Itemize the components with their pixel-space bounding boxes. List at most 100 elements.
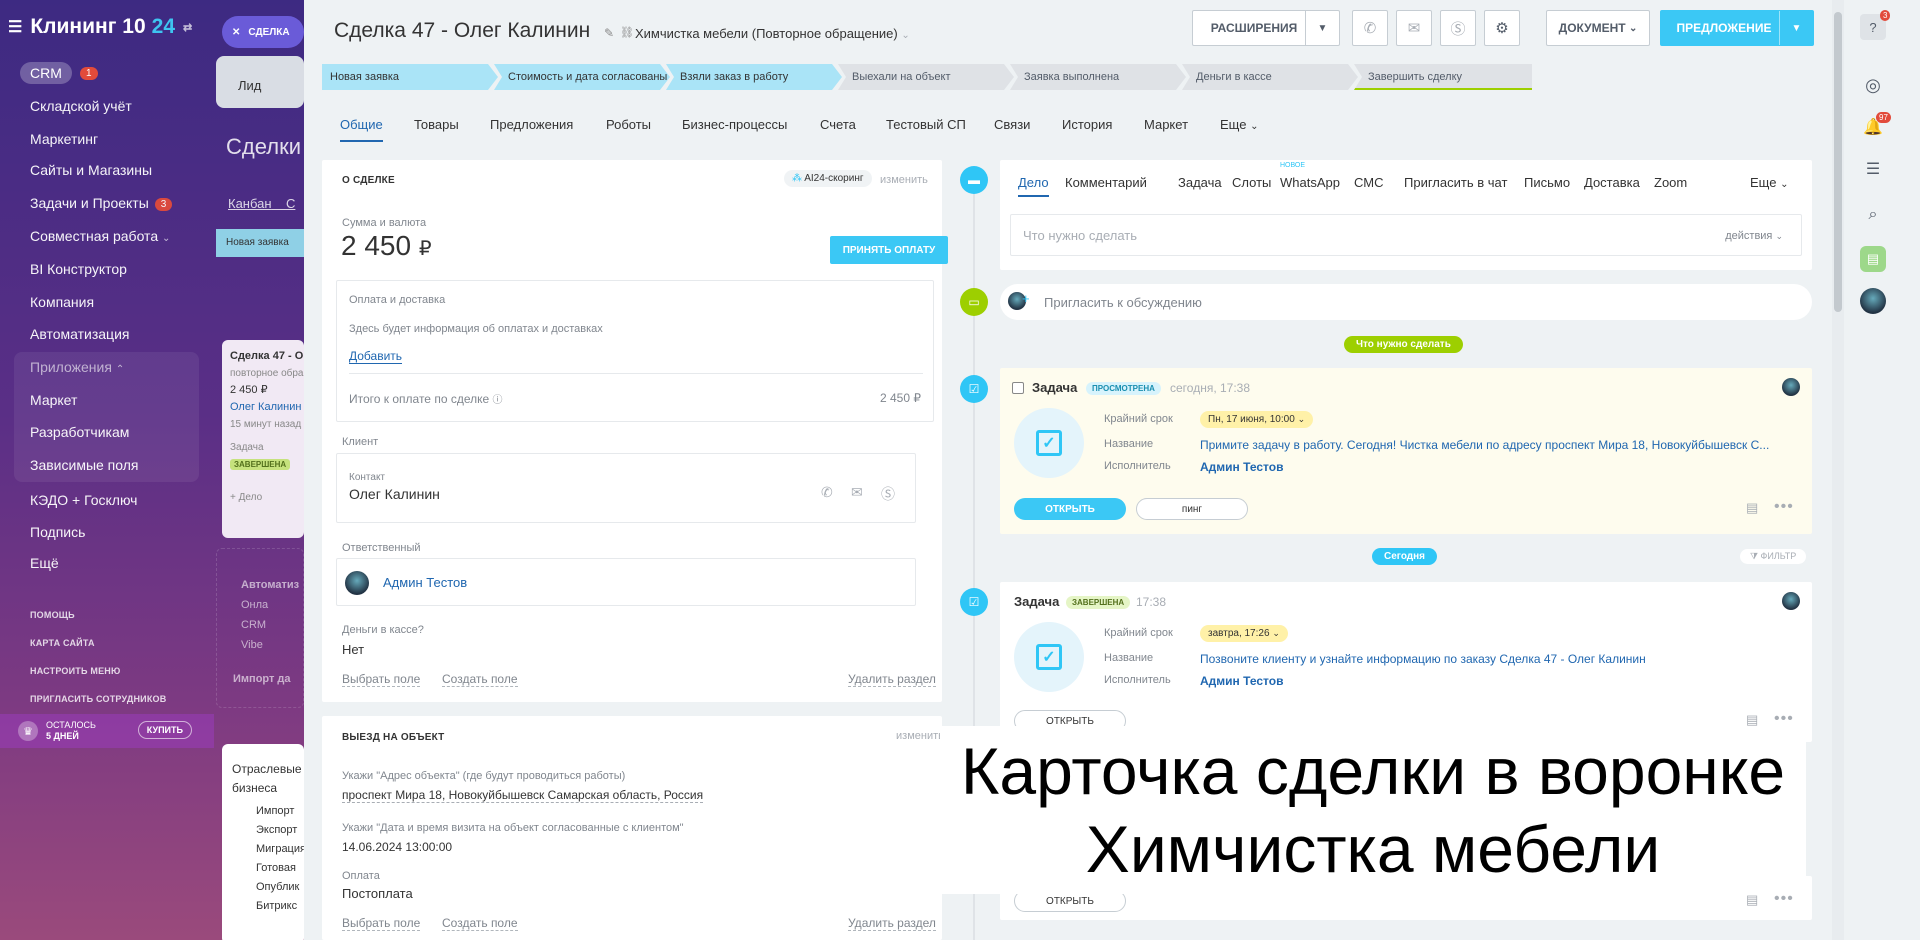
sidebar-item-apps[interactable]: Приложения ⌃ (30, 359, 124, 375)
delete-section-link[interactable]: Удалить раздел (848, 916, 936, 931)
card-add-activity[interactable]: + Дело (230, 489, 296, 506)
filter-button[interactable]: ⧩ ФИЛЬТР (1740, 549, 1807, 564)
tab-market[interactable]: Маркет (1144, 117, 1188, 132)
contact-name[interactable]: Олег Калинин (349, 486, 440, 502)
activity-tab-comment[interactable]: Комментарий (1065, 175, 1147, 190)
sidebar-item-sites[interactable]: Сайты и Магазины (30, 162, 152, 178)
tab-kanban[interactable]: Канбан (228, 196, 272, 211)
proposal-button[interactable]: ПРЕДЛОЖЕНИЕ ▼ (1660, 10, 1814, 46)
sidebar-item-tasks[interactable]: Задачи и Проекты 3 (30, 195, 173, 211)
auto-item[interactable]: Vibe (241, 635, 303, 655)
invite-employees-link[interactable]: ПРИГЛАСИТЬ СОТРУДНИКОВ (30, 694, 166, 704)
phone-icon[interactable]: ✆ (1352, 10, 1388, 46)
document-button[interactable]: ДОКУМЕНТ ⌄ (1546, 10, 1650, 46)
tab-bp[interactable]: Бизнес-процессы (682, 117, 787, 132)
chat-icon[interactable]: Ⓢ (881, 484, 895, 504)
create-field-link[interactable]: Создать поле (442, 916, 518, 931)
skype-icon[interactable]: Ⓢ (1440, 10, 1476, 46)
phone-icon[interactable]: ✆ (821, 484, 833, 501)
industry-item[interactable]: Готовая (232, 859, 304, 878)
sidebar-item-automation[interactable]: Автоматизация (30, 326, 129, 342)
stage-completed[interactable]: Заявка выполнена (1010, 64, 1186, 90)
kanban-view-tabs[interactable]: Канбан С (228, 196, 295, 211)
sidebar-item-developers[interactable]: Разработчикам (30, 424, 129, 440)
activity-tab-more[interactable]: Еще ⌄ (1750, 175, 1788, 190)
sidebar-item-market[interactable]: Маркет (30, 392, 77, 408)
auto-item[interactable]: Онла (241, 595, 303, 615)
deadline-dropdown[interactable]: завтра, 17:26 ⌄ (1200, 624, 1288, 642)
ai-scoring-badge[interactable]: ⁂ AI24-скоринг (784, 170, 872, 187)
portal-logo[interactable]: ☰ Клининг 10 24 ⇄ (8, 15, 192, 39)
link-icon[interactable]: ⛓ (620, 26, 634, 39)
sidebar-item-sign[interactable]: Подпись (30, 524, 85, 540)
note-icon[interactable]: ▤ (1746, 500, 1758, 516)
select-field-link[interactable]: Выбрать поле (342, 916, 421, 931)
configure-menu-link[interactable]: НАСТРОИТЬ МЕНЮ (30, 666, 120, 676)
actions-dropdown[interactable]: действия ⌄ (1725, 230, 1783, 242)
auto-item[interactable]: CRM (241, 615, 303, 635)
search-icon[interactable]: ⌕ (1860, 202, 1886, 228)
stage-new[interactable]: Новая заявка (322, 64, 498, 90)
activity-tab-whatsapp[interactable]: WhatsApp (1280, 175, 1340, 190)
edit-link[interactable]: изменить (896, 730, 944, 742)
open-task-button[interactable]: ОТКРЫТЬ (1014, 498, 1126, 520)
stage-in-work[interactable]: Взяли заказ в работу (666, 64, 842, 90)
lead-tab[interactable]: Лид (216, 56, 304, 108)
sidebar-item-kedo[interactable]: КЭДО + Госключ (30, 492, 137, 508)
activity-tab-delivery[interactable]: Доставка (1584, 175, 1640, 190)
executor-link[interactable]: Админ Тестов (1200, 674, 1283, 688)
payment-type-value[interactable]: Постоплата (342, 886, 413, 901)
copilot-icon[interactable]: ◎ (1860, 72, 1886, 98)
tab-invoices[interactable]: Счета (820, 117, 856, 132)
add-payment-link[interactable]: Добавить (349, 349, 403, 364)
sidebar-item-dependent-fields[interactable]: Зависимые поля (30, 457, 139, 473)
executor-link[interactable]: Админ Тестов (1200, 460, 1283, 474)
industry-item[interactable]: Миграция (232, 840, 304, 859)
activity-tab-sms[interactable]: СМС (1354, 175, 1383, 190)
tab-test-sp[interactable]: Тестовый СП (886, 117, 966, 132)
more-icon[interactable]: ••• (1774, 498, 1794, 516)
tab-proposals[interactable]: Предложения (490, 117, 573, 132)
edit-link[interactable]: изменить (880, 174, 928, 186)
sidebar-item-more[interactable]: Ещё (30, 555, 59, 571)
activity-tab-invite-chat[interactable]: Пригласить в чат (1404, 175, 1507, 190)
sitemap-link[interactable]: КАРТА САЙТА (30, 638, 95, 648)
note-icon[interactable]: ▤ (1746, 892, 1758, 908)
messenger-icon[interactable]: ☰ (1860, 156, 1886, 182)
buy-button[interactable]: КУПИТЬ (137, 721, 192, 739)
sidebar-item-warehouse[interactable]: Складской учёт (30, 98, 132, 114)
activity-tab-mail[interactable]: Письмо (1524, 175, 1570, 190)
close-slider-button[interactable]: ✕ СДЕЛКА (222, 16, 304, 48)
notes-icon[interactable]: ▤ (1860, 246, 1886, 272)
stage-price-agreed[interactable]: Стоимость и дата согласованы (494, 64, 670, 90)
task-name-link[interactable]: Позвоните клиенту и узнайте информацию п… (1200, 652, 1646, 666)
card-client[interactable]: Олег Калинин (230, 399, 301, 416)
tab-products[interactable]: Товары (414, 117, 459, 132)
tab-links[interactable]: Связи (994, 117, 1030, 132)
tab-robots[interactable]: Роботы (606, 117, 651, 132)
kanban-deal-card[interactable]: Сделка 47 - О повторное обра 2 450 ₽ Оле… (222, 340, 304, 538)
tab-more[interactable]: Еще ⌄ (1220, 117, 1258, 132)
activity-tab-task[interactable]: Задача (1178, 175, 1222, 190)
extensions-button[interactable]: РАСШИРЕНИЯ ▼ (1192, 10, 1340, 46)
sidebar-item-marketing[interactable]: Маркетинг (30, 131, 98, 147)
tab-list[interactable]: С (286, 196, 295, 211)
sidebar-item-company[interactable]: Компания (30, 294, 94, 310)
tab-general[interactable]: Общие (340, 117, 383, 142)
select-field-link[interactable]: Выбрать поле (342, 672, 421, 687)
avatar[interactable] (345, 571, 369, 595)
activity-tab-zoom[interactable]: Zoom (1654, 175, 1687, 190)
deadline-dropdown[interactable]: Пн, 17 июня, 10:00 ⌄ (1200, 410, 1314, 428)
create-field-link[interactable]: Создать поле (442, 672, 518, 687)
activity-input[interactable]: Что нужно сделать действия ⌄ (1010, 214, 1802, 256)
task-name-link[interactable]: Примите задачу в работу. Сегодня! Чистка… (1200, 438, 1800, 452)
task-checkbox[interactable] (1012, 382, 1024, 394)
sidebar-item-bi[interactable]: BI Конструктор (30, 261, 127, 277)
ping-button[interactable]: пинг (1136, 498, 1248, 520)
tab-history[interactable]: История (1062, 117, 1112, 132)
accept-payment-button[interactable]: ПРИНЯТЬ ОПЛАТУ (830, 236, 948, 264)
funnel-selector[interactable]: Химчистка мебели (Повторное обращение) ⌄ (635, 26, 910, 41)
gear-icon[interactable]: ⚙ (1484, 10, 1520, 46)
delete-section-link[interactable]: Удалить раздел (848, 672, 936, 687)
pencil-icon[interactable]: ✎ (604, 26, 614, 40)
